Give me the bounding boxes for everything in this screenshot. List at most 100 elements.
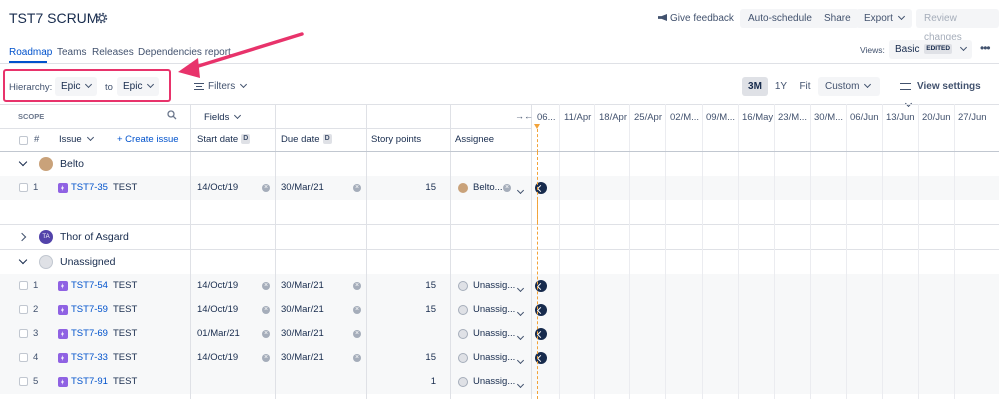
- story-points-value[interactable]: 15: [380, 298, 436, 322]
- column-story-points[interactable]: Story points: [371, 134, 421, 145]
- assignee-value[interactable]: Unassig...: [473, 298, 515, 322]
- row-checkbox[interactable]: [19, 183, 28, 192]
- assignee-value[interactable]: Unassig...: [473, 370, 515, 394]
- due-date-value[interactable]: 30/Mar/21: [281, 176, 324, 200]
- table-row[interactable]: 1 TST7-54 TEST 14/Oct/19 × 30/Mar/21 × 1…: [0, 274, 999, 298]
- assignee-value[interactable]: Unassig...: [473, 322, 515, 346]
- chevron-down-icon[interactable]: [516, 380, 525, 389]
- row-number: 1: [33, 182, 39, 193]
- issue-key-link[interactable]: TST7-59: [71, 298, 108, 322]
- avatar: [458, 377, 468, 387]
- story-points-value[interactable]: 15: [380, 346, 436, 370]
- chevron-down-icon[interactable]: [18, 255, 28, 265]
- chevron-down-icon[interactable]: [516, 356, 525, 365]
- table-row[interactable]: 4 TST7-33 TEST 14/Oct/19 × 30/Mar/21 × 1…: [0, 346, 999, 370]
- story-points-value[interactable]: 15: [380, 274, 436, 298]
- column-assignee[interactable]: Assignee: [455, 134, 494, 145]
- fields-dropdown[interactable]: Fields: [204, 111, 242, 123]
- issue-key-link[interactable]: TST7-33: [71, 346, 108, 370]
- range-custom-select[interactable]: Custom: [818, 77, 880, 96]
- clear-icon[interactable]: ×: [353, 330, 361, 338]
- auto-schedule-button[interactable]: Auto-schedule: [740, 9, 820, 28]
- due-date-value[interactable]: 30/Mar/21: [281, 346, 324, 370]
- search-icon[interactable]: [167, 110, 177, 120]
- issue-key-link[interactable]: TST7-54: [71, 274, 108, 298]
- group-row[interactable]: Belto: [0, 152, 999, 176]
- group-row[interactable]: TA Thor of Asgard: [0, 225, 999, 249]
- table-row[interactable]: 1 TST7-35 TEST 14/Oct/19 × 30/Mar/21 × 1…: [0, 176, 999, 200]
- row-checkbox[interactable]: [19, 353, 28, 362]
- chevron-down-icon[interactable]: [18, 157, 28, 167]
- clear-icon[interactable]: ×: [353, 282, 361, 290]
- start-date-value[interactable]: 01/Mar/21: [197, 322, 240, 346]
- start-date-value[interactable]: 14/Oct/19: [197, 274, 238, 298]
- share-button[interactable]: Share: [816, 9, 859, 28]
- filters-button[interactable]: Filters: [186, 77, 254, 96]
- chevron-down-icon[interactable]: [516, 284, 525, 293]
- column-divider: [450, 152, 451, 399]
- epic-icon: [58, 353, 68, 363]
- table-row[interactable]: 5 TST7-91 TEST 1 Unassig...: [0, 370, 999, 394]
- due-date-value[interactable]: 30/Mar/21: [281, 298, 324, 322]
- review-changes-button[interactable]: Review changes: [916, 9, 999, 43]
- row-checkbox[interactable]: [19, 305, 28, 314]
- story-points-value[interactable]: 15: [380, 176, 436, 200]
- avatar: [458, 353, 468, 363]
- row-checkbox[interactable]: [19, 329, 28, 338]
- collapse-arrows-icon[interactable]: →←: [515, 111, 533, 121]
- create-issue-button[interactable]: + Create issue: [117, 134, 179, 145]
- story-points-value[interactable]: [380, 322, 436, 346]
- row-number: 4: [33, 352, 39, 363]
- start-date-value[interactable]: 14/Oct/19: [197, 346, 238, 370]
- clear-icon[interactable]: ×: [262, 306, 270, 314]
- chevron-down-icon[interactable]: [516, 186, 525, 195]
- clear-icon[interactable]: ×: [503, 184, 511, 192]
- issue-key-link[interactable]: TST7-35: [71, 176, 108, 200]
- assignee-value[interactable]: Unassig...: [473, 274, 515, 298]
- range-3m[interactable]: 3M: [742, 77, 768, 96]
- timeline-gridline: [559, 152, 560, 399]
- today-line: [537, 152, 538, 399]
- timeline-gridline: [594, 152, 595, 399]
- export-button[interactable]: Export: [856, 9, 912, 28]
- assignee-value[interactable]: Belto...: [473, 176, 503, 200]
- column-due-date-label: Due date: [281, 134, 320, 145]
- view-settings-button[interactable]: View settings: [892, 77, 999, 108]
- clear-icon[interactable]: ×: [353, 184, 361, 192]
- column-divider: [531, 152, 532, 399]
- story-points-value[interactable]: 1: [380, 370, 436, 394]
- header-divider: [0, 128, 531, 129]
- row-checkbox[interactable]: [19, 281, 28, 290]
- table-row[interactable]: 3 TST7-69 TEST 01/Mar/21 × 30/Mar/21 × U…: [0, 322, 999, 346]
- column-issue[interactable]: Issue: [59, 133, 94, 145]
- start-date-value[interactable]: 14/Oct/19: [197, 176, 238, 200]
- due-date-value[interactable]: 30/Mar/21: [281, 322, 324, 346]
- chevron-down-icon[interactable]: [516, 332, 525, 341]
- clear-icon[interactable]: ×: [262, 282, 270, 290]
- clear-icon[interactable]: ×: [262, 354, 270, 362]
- views-select[interactable]: Basic EDITED: [889, 40, 972, 59]
- clear-icon[interactable]: ×: [353, 306, 361, 314]
- assignee-value[interactable]: Unassig...: [473, 346, 515, 370]
- issue-key-link[interactable]: TST7-91: [71, 370, 108, 394]
- due-date-value[interactable]: 30/Mar/21: [281, 274, 324, 298]
- select-all-checkbox[interactable]: [19, 136, 28, 145]
- column-start-date[interactable]: Start date D: [197, 134, 251, 145]
- column-due-date[interactable]: Due date D: [281, 134, 332, 145]
- give-feedback-button[interactable]: Give feedback: [650, 9, 742, 28]
- group-row[interactable]: Unassigned: [0, 250, 999, 274]
- range-fit[interactable]: Fit: [794, 77, 816, 96]
- more-icon[interactable]: •••: [980, 41, 991, 55]
- start-date-value[interactable]: 14/Oct/19: [197, 298, 238, 322]
- clear-icon[interactable]: ×: [262, 330, 270, 338]
- timeline-gridline: [882, 152, 883, 399]
- clear-icon[interactable]: ×: [262, 184, 270, 192]
- chevron-down-icon[interactable]: [516, 308, 525, 317]
- row-checkbox[interactable]: [19, 377, 28, 386]
- range-1y[interactable]: 1Y: [770, 77, 792, 96]
- chevron-right-icon[interactable]: [17, 232, 27, 242]
- clear-icon[interactable]: ×: [353, 354, 361, 362]
- issue-summary: TEST: [113, 304, 138, 315]
- issue-key-link[interactable]: TST7-69: [71, 322, 108, 346]
- table-row[interactable]: 2 TST7-59 TEST 14/Oct/19 × 30/Mar/21 × 1…: [0, 298, 999, 322]
